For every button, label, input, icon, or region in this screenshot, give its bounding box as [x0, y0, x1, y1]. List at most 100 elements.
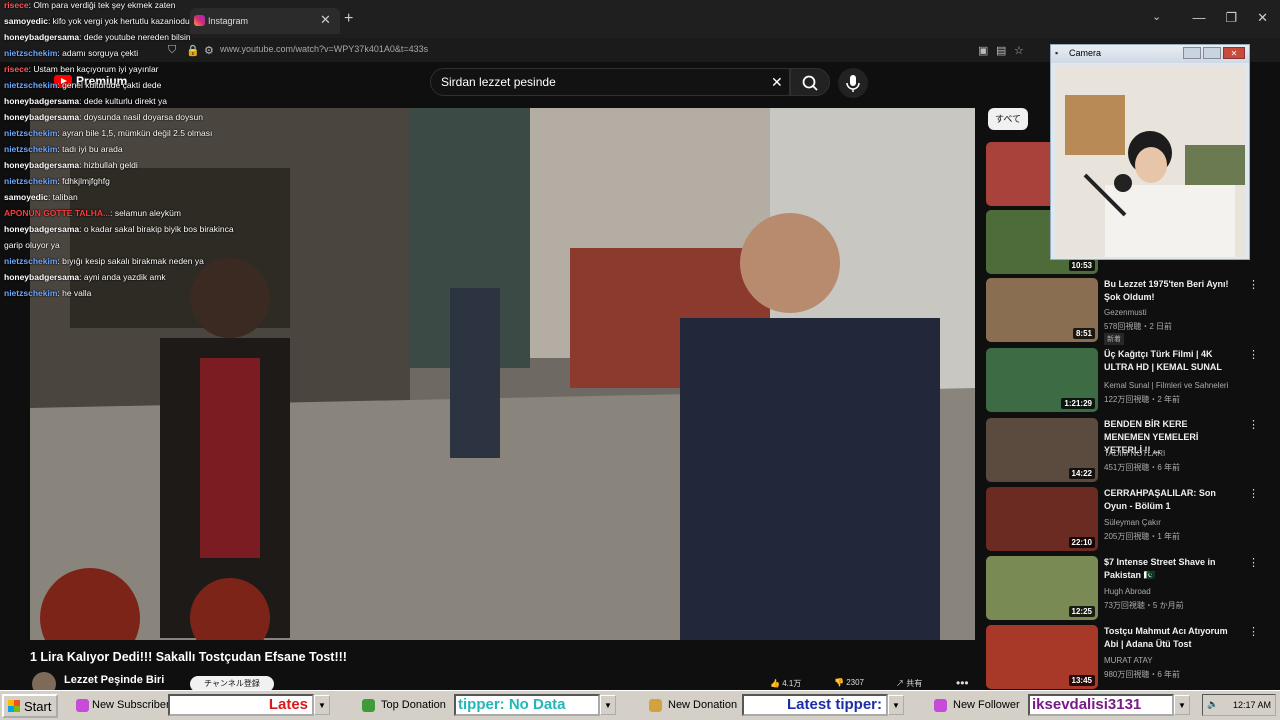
camera-title: Camera — [1069, 48, 1102, 58]
share-icon: ↗ — [896, 679, 907, 688]
camera-titlebar[interactable]: ▪ Camera ✕ — [1051, 45, 1249, 63]
tab-close-icon[interactable]: ✕ — [320, 12, 331, 28]
dropdown-arrow-icon[interactable]: ▼ — [314, 695, 330, 715]
recommendation-meta: 73万回視聴・5 か月前 — [1104, 601, 1184, 610]
recommendation-item[interactable]: 14:22 BENDEN BİR KERE MENEMEN YEMELERİ Y… — [986, 418, 1266, 482]
chat-username: nietzschekim — [4, 80, 58, 90]
recommendation-title[interactable]: $7 Intense Street Shave in Pakistan 🇵🇰 — [1104, 556, 1234, 582]
more-vert-icon[interactable]: ⋮ — [1248, 625, 1259, 638]
tab-list-chevron-icon[interactable]: ⌄ — [1152, 10, 1161, 23]
dislike-button[interactable]: 👎 2307 — [834, 678, 864, 687]
top-donation-label: Top Donation — [381, 699, 446, 711]
recommendation-title[interactable]: Bu Lezzet 1975'ten Beri Aynı! Şok Oldum! — [1104, 278, 1234, 304]
video-thumbnail[interactable]: 14:22 — [986, 418, 1098, 482]
chat-message: samoyedic: kifo yok vergi yok hertutlu k… — [4, 16, 190, 27]
reader-icon[interactable]: ▤ — [996, 44, 1006, 57]
camera-window[interactable]: ▪ Camera ✕ — [1050, 44, 1250, 260]
chat-message: nietzschekim: he valla — [4, 288, 91, 299]
start-label: Start — [24, 698, 52, 714]
recommendation-title[interactable]: Üç Kağıtçı Türk Filmi | 4K ULTRA HD | KE… — [1104, 348, 1234, 374]
recommendation-item[interactable]: 13:45 Tostçu Mahmut Acı Atıyorum Abi | A… — [986, 625, 1266, 689]
start-button[interactable]: Start — [2, 694, 58, 718]
maximize-button[interactable]: ❐ — [1225, 10, 1237, 26]
more-vert-icon[interactable]: ⋮ — [1248, 278, 1259, 291]
site-settings-icon[interactable]: ⚙ — [204, 44, 214, 57]
url-field[interactable]: www.youtube.com/watch?v=WPY37k401A0&t=43… — [220, 44, 428, 54]
new-donation-label: New Donation — [668, 699, 738, 711]
chat-text: garip oluyor ya — [4, 240, 60, 250]
chat-username: honeybadgersama — [4, 32, 80, 42]
video-thumbnail[interactable]: 1:21:29 — [986, 348, 1098, 412]
new-follower-label: New Follower — [953, 699, 1020, 711]
recommendation-channel[interactable]: TADIM NOTLARI — [1104, 449, 1165, 458]
like-button[interactable]: 👍 4.1万 — [770, 678, 801, 689]
camera-close-button[interactable]: ✕ — [1223, 47, 1245, 59]
chat-username: honeybadgersama — [4, 96, 80, 106]
bookmark-star-icon[interactable]: ☆ — [1014, 44, 1024, 57]
recommendation-channel[interactable]: Süleyman Çakır — [1104, 518, 1161, 527]
chat-username: nietzschekim — [4, 288, 58, 298]
video-thumbnail[interactable]: 8:51 — [986, 278, 1098, 342]
clear-search-icon[interactable]: ✕ — [771, 74, 783, 91]
chat-message: honeybadgersama: doysunda nasil doyarsa … — [4, 112, 203, 123]
video-thumbnail[interactable]: 22:10 — [986, 487, 1098, 551]
recommendation-item[interactable]: 1:21:29 Üç Kağıtçı Türk Filmi | 4K ULTRA… — [986, 348, 1266, 412]
more-vert-icon[interactable]: ⋮ — [1248, 556, 1259, 569]
camera-minimize-button[interactable] — [1183, 47, 1201, 59]
recommendation-item[interactable]: 12:25 $7 Intense Street Shave in Pakista… — [986, 556, 1266, 620]
more-vert-icon[interactable]: ⋮ — [1248, 487, 1259, 500]
recommendation-channel[interactable]: Kemal Sunal | Filmleri ve Sahneleri — [1104, 381, 1228, 390]
chat-text: : dede youtube nereden bilsin — [79, 32, 191, 42]
recommendation-channel[interactable]: MURAT ATAY — [1104, 656, 1153, 665]
search-button[interactable] — [790, 68, 830, 96]
chat-username: nietzschekim — [4, 48, 58, 58]
tab-title: Instagram — [208, 16, 249, 26]
chat-username: risece — [4, 0, 29, 10]
latest-tipper-box[interactable]: Latest tipper: — [742, 694, 888, 716]
window-close-button[interactable]: ✕ — [1257, 10, 1268, 26]
chip-all[interactable]: すべて — [988, 108, 1028, 130]
recommendation-title[interactable]: Tostçu Mahmut Acı Atıyorum Abi | Adana Ü… — [1104, 625, 1234, 651]
minimize-button[interactable]: — — [1192, 10, 1205, 26]
chat-text: : doysunda nasil doyarsa doysun — [79, 112, 203, 122]
volume-icon[interactable]: 🔈 — [1207, 699, 1218, 710]
recommendation-channel[interactable]: Gezenmusti — [1104, 308, 1147, 317]
shield-icon[interactable]: ⛉ — [168, 44, 176, 57]
more-vert-icon[interactable]: ⋮ — [1248, 348, 1259, 361]
more-actions-button[interactable]: ••• — [956, 676, 969, 690]
subscriber-icon — [76, 699, 89, 712]
recommendation-meta: 980万回視聴・6 年前 — [1104, 670, 1181, 679]
chat-text: : bıyığı kesip sakalı birakmak neden ya — [57, 256, 204, 266]
new-subscriber-label: New Subscriber — [92, 699, 170, 711]
chat-text: : o kadar sakal birakip biyik bos biraki… — [79, 224, 234, 234]
recommendation-channel[interactable]: Hugh Abroad — [1104, 587, 1151, 596]
dropdown-arrow-icon[interactable]: ▼ — [888, 695, 904, 715]
dropdown-arrow-icon[interactable]: ▼ — [600, 695, 616, 715]
more-vert-icon[interactable]: ⋮ — [1248, 418, 1259, 431]
recommendation-item[interactable]: 22:10 CERRAHPAŞALILAR: Son Oyun - Bölüm … — [986, 487, 1266, 551]
dropdown-arrow-icon[interactable]: ▼ — [1174, 695, 1190, 715]
chat-text: : tadı iyi bu arada — [57, 144, 123, 154]
latest-follower-box[interactable]: iksevdalisi3131 — [1028, 694, 1174, 716]
tab-instagram[interactable]: Instagram — [190, 8, 340, 34]
chat-message: nietzschekim: fdhkjlmjfghfg — [4, 176, 110, 187]
chat-text: : fdhkjlmjfghfg — [57, 176, 110, 186]
video-player[interactable] — [30, 108, 975, 640]
screenshot-icon[interactable]: ▣ — [978, 44, 988, 57]
share-button[interactable]: ↗ 共有 — [896, 678, 922, 689]
donation-icon — [649, 699, 662, 712]
camera-image — [1055, 65, 1245, 257]
new-tab-button[interactable]: + — [344, 10, 353, 28]
latest-subscriber-box[interactable]: Lates — [168, 694, 314, 716]
camera-maximize-button[interactable] — [1203, 47, 1221, 59]
channel-name[interactable]: Lezzet Peşinde Biri — [64, 674, 164, 686]
chat-message: garip oluyor ya — [4, 240, 60, 251]
recommendation-title[interactable]: CERRAHPAŞALILAR: Son Oyun - Bölüm 1 — [1104, 487, 1234, 513]
recommendation-item[interactable]: 8:51 Bu Lezzet 1975'ten Beri Aynı! Şok O… — [986, 278, 1266, 345]
search-input[interactable] — [441, 75, 761, 89]
video-thumbnail[interactable]: 13:45 — [986, 625, 1098, 689]
video-thumbnail[interactable]: 12:25 — [986, 556, 1098, 620]
tipper-box[interactable]: tipper: No Data — [454, 694, 600, 716]
voice-search-button[interactable] — [838, 68, 868, 98]
follower-icon — [934, 699, 947, 712]
